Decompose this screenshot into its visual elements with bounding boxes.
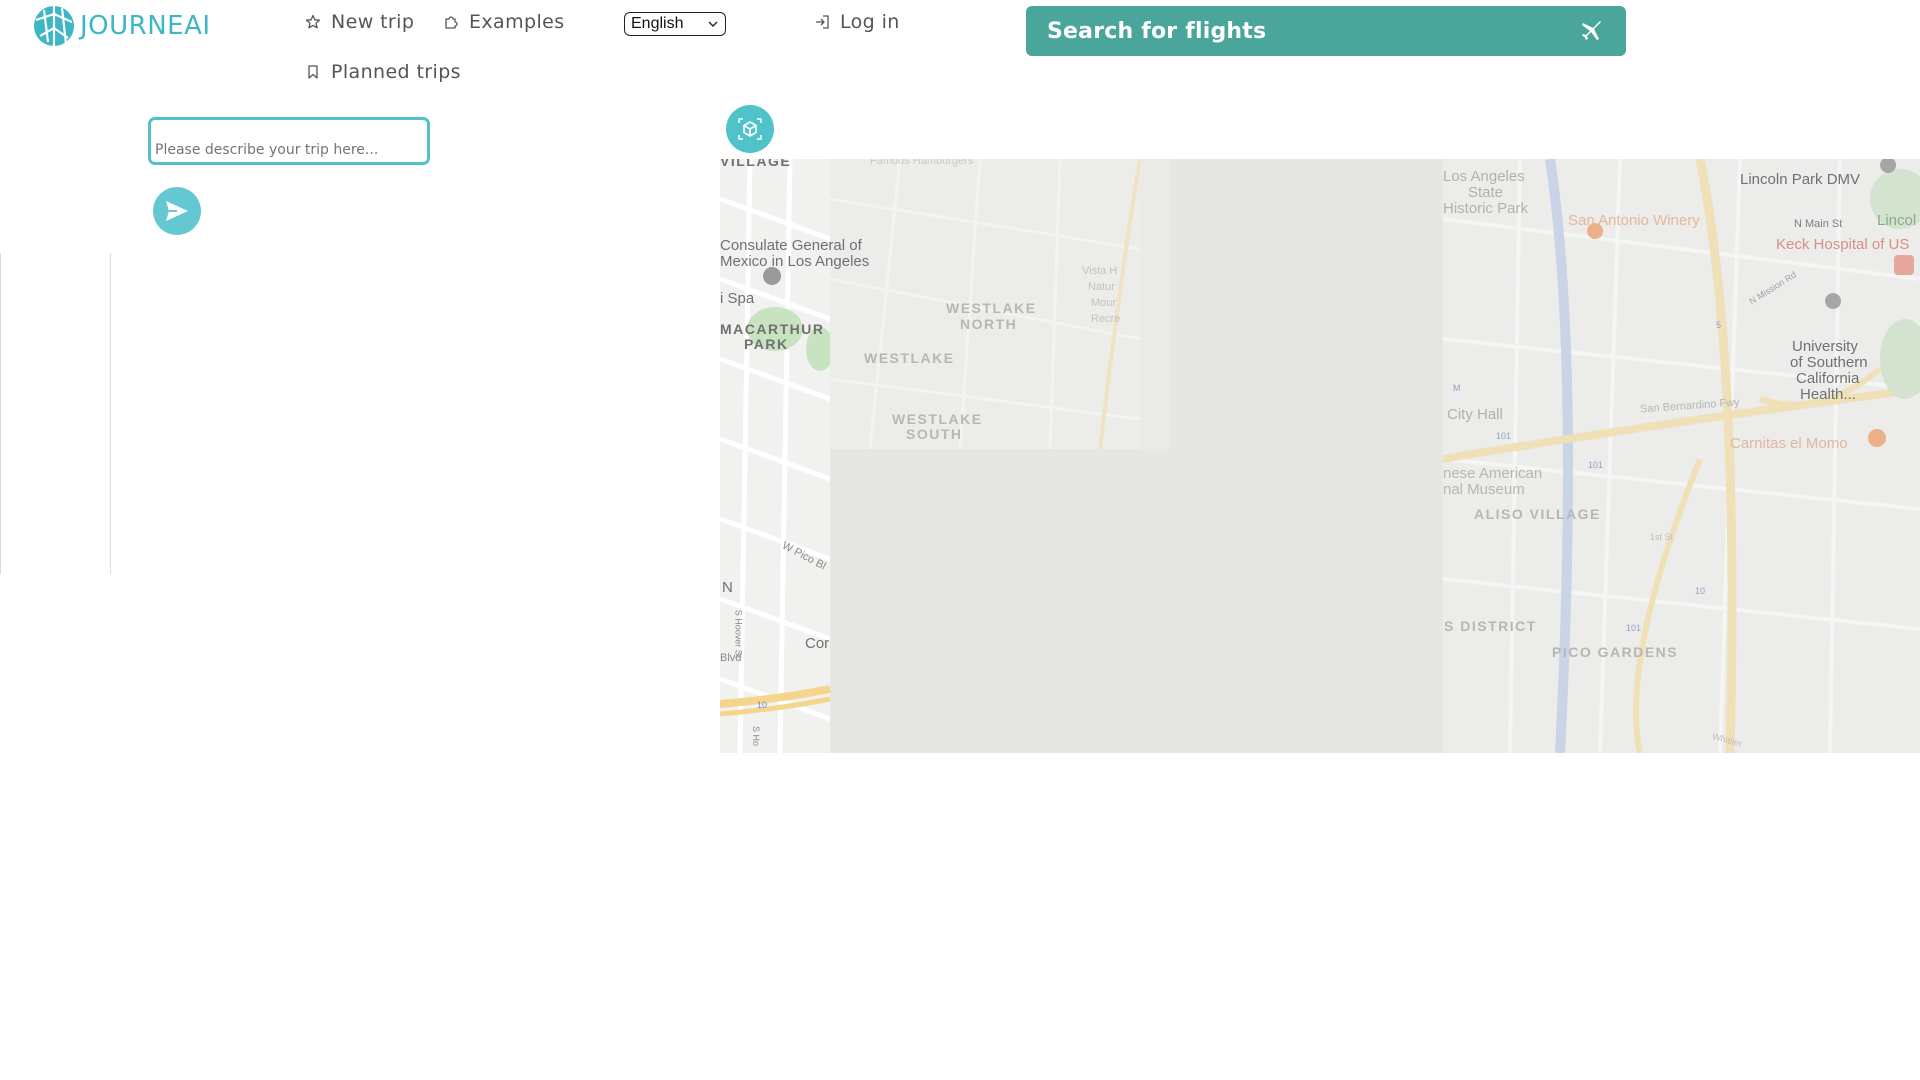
send-icon <box>166 201 188 221</box>
map-label-blvd: Blvd <box>720 652 742 664</box>
map-label-lincol: Lincol <box>1877 212 1917 229</box>
logo-text: JOURNEAI <box>80 11 211 41</box>
map-label-vista-4: Recre <box>1091 313 1121 325</box>
map-label-westlake: WESTLAKE <box>864 350 955 366</box>
language-select-value: English <box>631 15 684 32</box>
bookmark-icon <box>308 65 318 79</box>
search-flights-button[interactable]: Search for flights <box>1026 6 1626 56</box>
map-label-la-state-3: Historic Park <box>1443 200 1529 217</box>
map-label-consulate-2: Mexico in Los Angeles <box>720 253 870 270</box>
map-label-cor: Cor <box>805 635 830 652</box>
globe-logo-icon <box>34 6 74 46</box>
map-label-hwy-101a: 101 <box>1496 431 1512 441</box>
map-label-hwy-101c: 101 <box>1626 623 1642 633</box>
map-label-hwy-10a: 10 <box>757 700 768 710</box>
nav-examples-label: Examples <box>469 11 565 33</box>
language-select[interactable]: English <box>624 12 726 36</box>
map-label-hwy-10b: 10 <box>1695 586 1706 596</box>
trip-description-input[interactable] <box>148 117 430 165</box>
map-label-keck: Keck Hospital of US <box>1776 236 1910 253</box>
star-icon <box>305 14 321 29</box>
map-label-usc-1: University <box>1792 338 1858 355</box>
ar-view-button[interactable] <box>726 105 774 153</box>
map-label-westlake-south-2: SOUTH <box>906 426 963 442</box>
map-label-aliso: ALISO VILLAGE <box>1474 506 1601 522</box>
login-link[interactable]: Log in <box>814 11 900 33</box>
map-label-hamburgers: Famous Hamburgers <box>870 159 974 167</box>
map-label-la-state-1: Los Angeles <box>1443 168 1525 185</box>
map-label-city-hall: City Hall <box>1447 406 1503 423</box>
map-label-s-hoover: S Hoover St <box>733 609 744 659</box>
map-label-usc-3: California <box>1796 370 1860 387</box>
map-label-dmv: Lincoln Park DMV <box>1740 171 1861 188</box>
map-label-metro: M <box>1453 383 1461 393</box>
send-button[interactable] <box>153 187 201 235</box>
map-label-first-st: 1st St <box>1650 532 1674 542</box>
map-tiles <box>720 159 1920 753</box>
map-label-carnitas: Carnitas el Momo <box>1730 435 1848 452</box>
map-label-village: VILLAGE <box>720 159 792 169</box>
puzzle-icon <box>445 16 458 29</box>
map-label-winery: San Antonio Winery <box>1568 212 1700 229</box>
map-label-consulate-1: Consulate General of <box>720 237 862 254</box>
map-label-hwy-101b: 101 <box>1588 460 1604 470</box>
map-label-n: N <box>722 579 733 596</box>
nav-planned-trips[interactable]: Planned trips <box>305 61 461 83</box>
panel-divider-right <box>110 253 111 574</box>
map-label-usc-4: Health... <box>1800 386 1856 403</box>
map-label-westlake-north-2: NORTH <box>960 316 1018 332</box>
login-label: Log in <box>840 11 900 33</box>
map-label-westlake-south-1: WESTLAKE <box>892 411 983 427</box>
nav-examples[interactable]: Examples <box>443 11 565 33</box>
map-label-n-main: N Main St <box>1794 218 1843 230</box>
login-icon <box>816 15 829 29</box>
map-label-vista-1: Vista H <box>1082 265 1118 277</box>
map-label-usc-2: of Southern <box>1790 354 1868 371</box>
logo[interactable]: JOURNEAI <box>32 4 211 48</box>
map-label-spa: i Spa <box>720 290 755 307</box>
nav-planned-trips-label: Planned trips <box>331 61 461 83</box>
map-label-westlake-north-1: WESTLAKE <box>946 300 1037 316</box>
map-view[interactable]: VILLAGE Consulate General of Mexico in L… <box>720 159 1920 753</box>
map-label-macarthur-1: MACARTHUR <box>720 321 825 337</box>
map-label-vista-2: Natur <box>1088 281 1115 293</box>
map-label-arts: S DISTRICT <box>1444 618 1537 634</box>
map-label-pico-gardens: PICO GARDENS <box>1552 644 1679 660</box>
map-label-la-state-2: State <box>1468 184 1504 201</box>
map-label-museum-1: nese American <box>1443 465 1543 482</box>
map-label-museum-2: nal Museum <box>1443 481 1525 498</box>
3d-cube-icon <box>738 118 762 140</box>
airplane-icon <box>1582 21 1601 40</box>
map-label-vista-3: Mour <box>1091 297 1117 309</box>
chevron-down-icon <box>708 21 718 27</box>
map-label-macarthur-2: PARK <box>744 336 789 352</box>
search-flights-label: Search for flights <box>1047 18 1267 44</box>
map-label-hwy-5: 5 <box>1716 320 1722 330</box>
nav-new-trip-label: New trip <box>331 11 415 33</box>
app-page: JOURNEAI New trip Examples Planned trips… <box>0 0 1920 1080</box>
nav-new-trip[interactable]: New trip <box>305 11 414 33</box>
map-label-s-ho: S Ho <box>751 725 762 747</box>
panel-divider-left <box>0 253 1 574</box>
